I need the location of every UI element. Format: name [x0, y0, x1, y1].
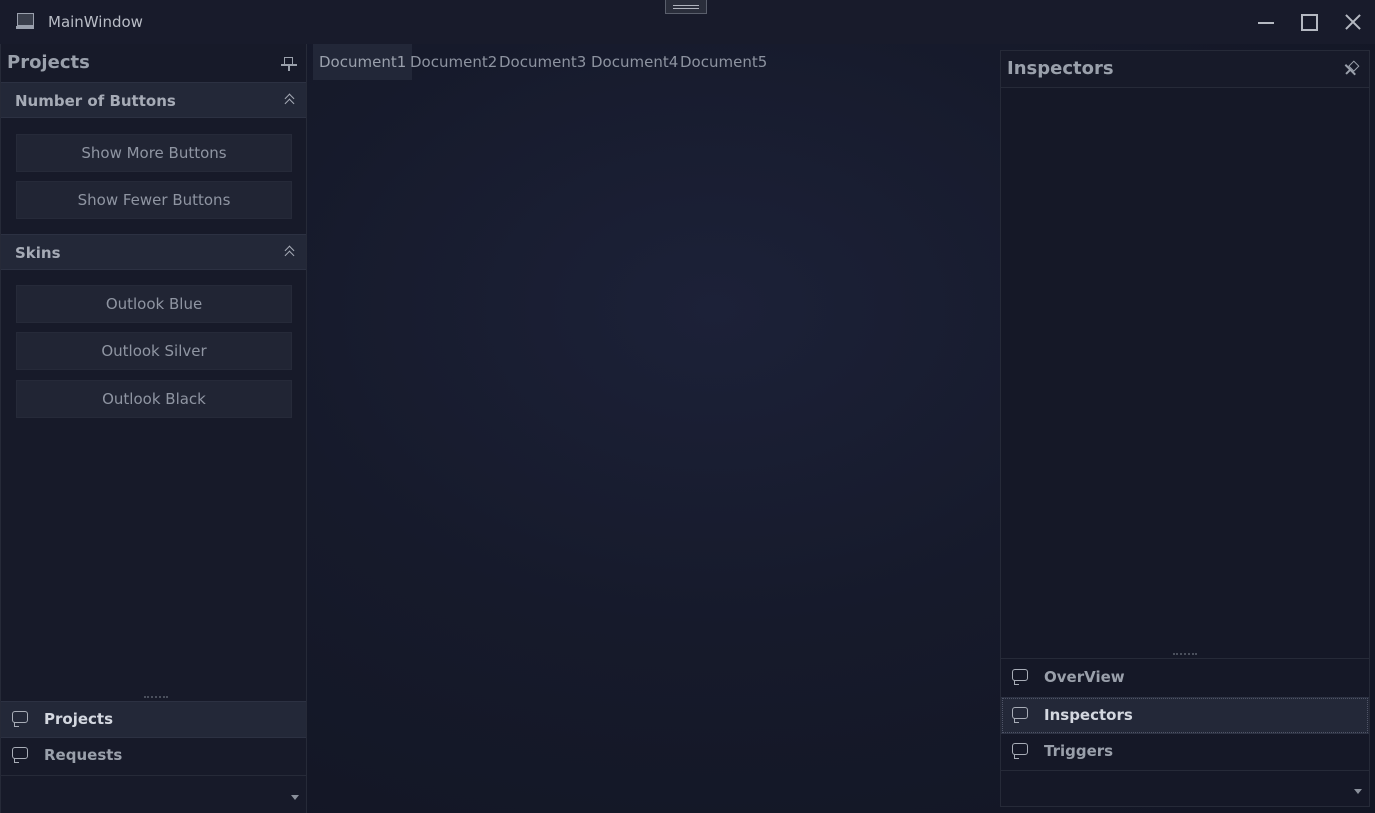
- nav-item-triggers[interactable]: Triggers: [1001, 734, 1369, 771]
- app-icon: [16, 12, 34, 30]
- title-bar: MainWindow: [0, 0, 1375, 44]
- nav-label: Inspectors: [1044, 706, 1133, 724]
- close-button[interactable]: [1338, 8, 1368, 36]
- show-more-buttons-button[interactable]: Show More Buttons: [16, 134, 292, 172]
- minimize-button[interactable]: [1251, 8, 1281, 36]
- pin-icon[interactable]: [1340, 58, 1363, 81]
- window-title: MainWindow: [48, 13, 143, 31]
- divider: [1001, 658, 1369, 659]
- tab-document2[interactable]: Document2: [404, 44, 503, 80]
- nav-overflow-bar: [1001, 770, 1369, 808]
- outlook-black-button[interactable]: Outlook Black: [16, 380, 292, 418]
- panel-title: Projects: [7, 52, 90, 73]
- nav-label: OverView: [1044, 668, 1125, 686]
- chat-bubble-icon: [1010, 742, 1030, 762]
- inspectors-panel: Inspectors OverView Inspectors Triggers: [1000, 50, 1370, 807]
- chat-bubble-icon: [1010, 668, 1030, 688]
- tab-document1[interactable]: Document1: [313, 44, 413, 80]
- chat-bubble-icon: [10, 710, 30, 730]
- panel-header: Inspectors: [1001, 51, 1369, 88]
- collapse-chevron-icon[interactable]: [284, 246, 296, 260]
- section-header-number-of-buttons[interactable]: Number of Buttons: [1, 82, 306, 118]
- chat-bubble-icon: [1010, 706, 1030, 726]
- nav-item-overview[interactable]: OverView: [1001, 660, 1369, 697]
- show-fewer-buttons-button[interactable]: Show Fewer Buttons: [16, 181, 292, 219]
- tab-document5[interactable]: Document5: [674, 44, 773, 80]
- tab-document3[interactable]: Document3: [493, 44, 592, 80]
- nav-item-projects[interactable]: Projects: [1, 701, 306, 738]
- tab-document4[interactable]: Document4: [585, 44, 684, 80]
- nav-overflow-bar: [1, 775, 306, 813]
- section-label: Number of Buttons: [15, 92, 176, 110]
- outlook-blue-button[interactable]: Outlook Blue: [16, 285, 292, 323]
- nav-item-requests[interactable]: Requests: [1, 738, 306, 775]
- app-window: MainWindow Projects Number of Buttons Sh…: [0, 0, 1375, 813]
- nav-label: Requests: [44, 746, 123, 764]
- maximize-button[interactable]: [1294, 8, 1324, 36]
- chat-bubble-icon: [10, 746, 30, 766]
- nav-item-inspectors[interactable]: Inspectors: [1001, 697, 1369, 734]
- nav-label: Triggers: [1044, 742, 1114, 760]
- section-header-skins[interactable]: Skins: [1, 234, 306, 270]
- overflow-dropdown-icon[interactable]: [1354, 789, 1362, 794]
- overflow-dropdown-icon[interactable]: [291, 795, 299, 800]
- outlook-silver-button[interactable]: Outlook Silver: [16, 332, 292, 370]
- panel-title: Inspectors: [1007, 58, 1114, 79]
- drag-handle-icon[interactable]: [665, 0, 707, 14]
- section-label: Skins: [15, 244, 61, 262]
- collapse-chevron-icon[interactable]: [284, 94, 296, 108]
- projects-panel: Projects Number of Buttons Show More But…: [0, 44, 307, 813]
- panel-header: Projects: [1, 44, 306, 82]
- pin-icon[interactable]: [281, 56, 297, 72]
- nav-label: Projects: [44, 710, 114, 728]
